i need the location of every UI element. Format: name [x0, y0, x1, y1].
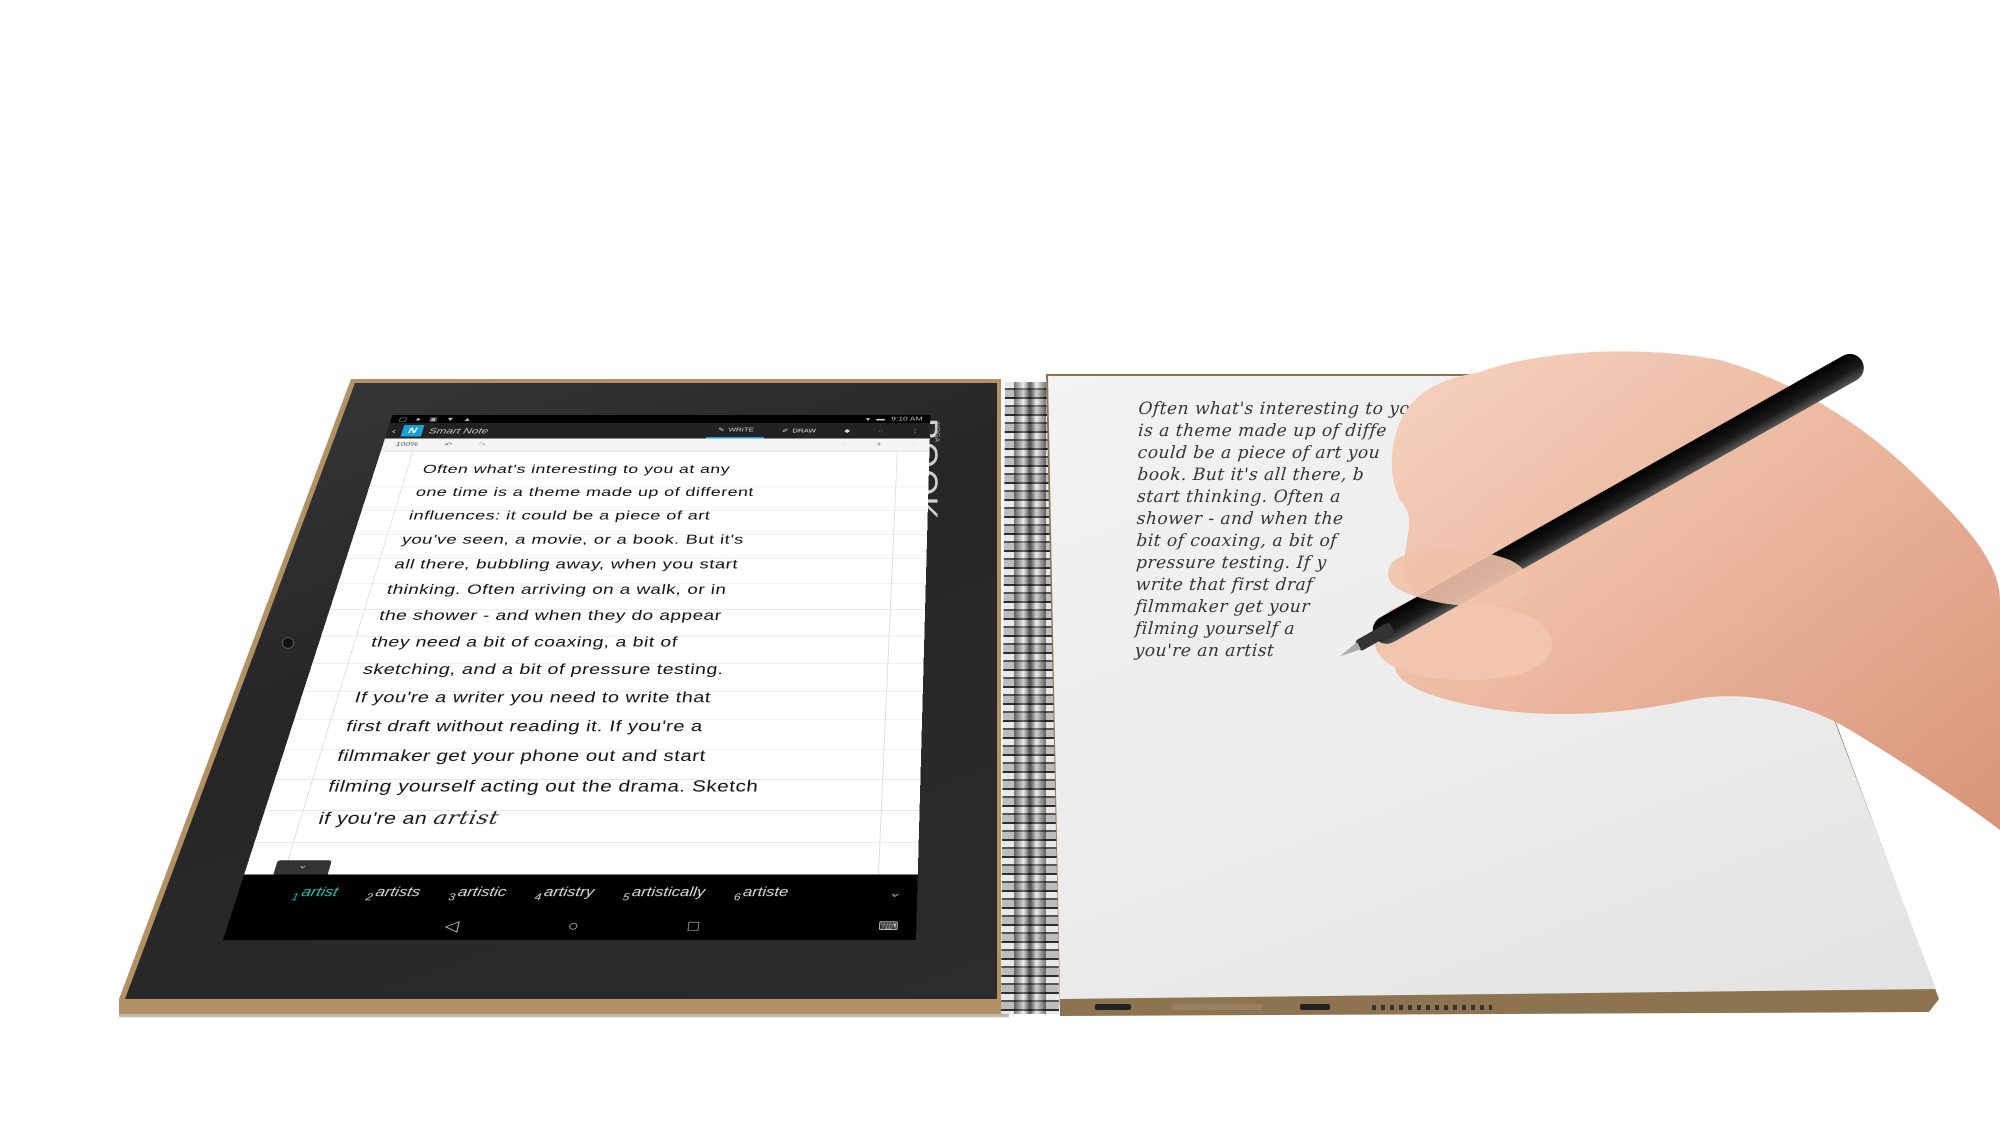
hand-with-pen [1339, 351, 2000, 830]
